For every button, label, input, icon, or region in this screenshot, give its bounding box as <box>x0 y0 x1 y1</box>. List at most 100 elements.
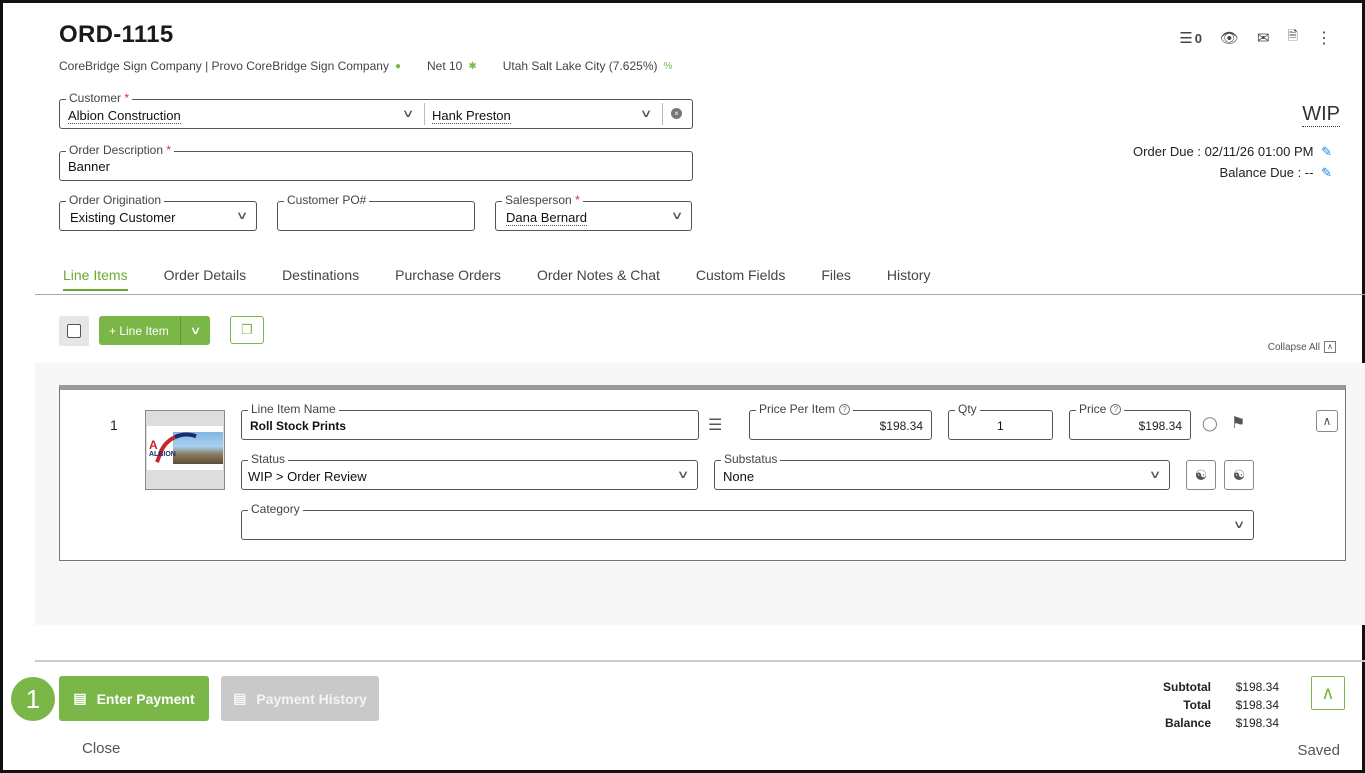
required-mark: * <box>166 143 172 157</box>
customer-field[interactable]: Customer * Albion Construction ∨ Hank Pr… <box>59 91 693 129</box>
order-due-text: Order Due : 02/11/26 01:00 PM <box>1133 144 1314 159</box>
order-due: Order Due : 02/11/26 01:00 PM ✎ <box>1133 144 1332 160</box>
description-label: Order Description <box>69 143 164 157</box>
price-label: Price <box>1079 402 1107 416</box>
tab-files[interactable]: Files <box>821 267 851 291</box>
tab-purchase-orders[interactable]: Purchase Orders <box>395 267 501 291</box>
order-origination-select[interactable]: Order Origination Existing Customer ∨ <box>59 193 257 231</box>
category-select[interactable]: Category ∨ <box>241 502 1254 540</box>
tasks-button[interactable]: ☰ 0 <box>1179 29 1202 47</box>
chevron-down-icon[interactable]: ∨ <box>640 107 653 120</box>
total-value: $198.34 <box>1235 698 1279 712</box>
price-input[interactable]: Price? $198.34 <box>1069 402 1191 440</box>
subtotal-label: Subtotal <box>1163 680 1211 694</box>
asterisk-icon: ✱ <box>468 60 477 72</box>
payment-history-label: Payment History <box>256 690 367 707</box>
tab-custom-fields[interactable]: Custom Fields <box>696 267 785 291</box>
po-label: Customer PO# <box>284 193 370 207</box>
order-description-field[interactable]: Order Description * Banner <box>59 143 693 181</box>
clear-icon[interactable]: × <box>671 108 682 119</box>
tab-history[interactable]: History <box>887 267 931 291</box>
chevron-up-icon[interactable]: ∧ <box>1311 676 1345 710</box>
add-line-item-button[interactable]: + Line Item ∨ <box>99 316 210 345</box>
albion-logo: A ALBION <box>149 438 176 458</box>
chevron-up-icon[interactable]: ∧ <box>1316 410 1338 432</box>
line-item-name-label: Line Item Name <box>248 402 339 416</box>
tabs-divider <box>35 294 1365 295</box>
required-mark: * <box>124 91 130 105</box>
chevron-down-icon[interactable]: ∨ <box>671 209 684 222</box>
task-count: 0 <box>1194 30 1202 46</box>
order-number: ORD-1115 <box>59 21 174 48</box>
receipt-icon: ▤ <box>233 690 247 706</box>
close-button[interactable]: Close <box>82 740 120 757</box>
price-per-item-input[interactable]: Price Per Item? $198.34 <box>749 402 932 440</box>
balance-label: Balance <box>1164 716 1211 730</box>
salesperson-select[interactable]: Salesperson * Dana Bernard ∨ <box>495 193 692 231</box>
footer-divider <box>35 660 1365 662</box>
line-item-number: 1 <box>110 417 118 433</box>
chevron-down-icon[interactable]: ∨ <box>677 468 690 481</box>
status-value: WIP > Order Review <box>248 469 367 484</box>
step-badge: 1 <box>11 677 55 721</box>
tab-destinations[interactable]: Destinations <box>282 267 359 291</box>
pencil-icon[interactable]: ✎ <box>1321 144 1332 159</box>
payment-history-button[interactable]: ▤ Payment History <box>221 676 379 721</box>
line-item-thumbnail[interactable]: A ALBION <box>145 410 225 490</box>
mail-icon[interactable]: ✉ <box>1257 29 1270 47</box>
chevron-down-icon[interactable]: ∨ <box>174 324 218 337</box>
origination-value: Existing Customer <box>70 210 176 225</box>
handshake-icon[interactable]: ☯ <box>1186 460 1216 490</box>
line-item-name-value: Roll Stock Prints <box>250 419 347 433</box>
copy-icon[interactable]: ❐ <box>230 316 264 344</box>
list-icon[interactable]: ☰ <box>708 415 722 435</box>
eye-icon[interactable]: 👁 <box>1220 29 1239 47</box>
tab-order-details[interactable]: Order Details <box>164 267 246 291</box>
order-status[interactable]: WIP <box>1302 103 1340 127</box>
help-icon[interactable]: ? <box>839 404 851 415</box>
handshake-icon[interactable]: ☯ <box>1224 460 1254 490</box>
chevron-down-icon[interactable]: ∨ <box>236 209 249 222</box>
help-icon[interactable]: ? <box>1110 404 1122 415</box>
pencil-icon[interactable]: ✎ <box>1321 165 1332 180</box>
collapse-all-button[interactable]: Collapse All ∧ <box>1268 341 1336 353</box>
substatus-label: Substatus <box>721 452 781 466</box>
thumbnail-image: A ALBION <box>147 424 223 472</box>
tab-order-notes-chat[interactable]: Order Notes & Chat <box>537 267 660 291</box>
flag-icon[interactable]: ⚑ <box>1231 413 1245 433</box>
order-tabs: Line Items Order Details Destinations Pu… <box>63 267 966 291</box>
app-window: ORD-1115 CoreBridge Sign Company | Provo… <box>0 0 1365 773</box>
qty-label: Qty <box>955 402 980 416</box>
chevron-down-icon[interactable]: ∨ <box>1233 518 1246 531</box>
customer-value[interactable]: Albion Construction <box>68 108 181 124</box>
balance-due-text: Balance Due : -- <box>1219 165 1314 180</box>
line-item-name-input[interactable]: Line Item Name Roll Stock Prints <box>241 402 699 440</box>
total-label: Total <box>1183 698 1211 712</box>
enter-payment-button[interactable]: ▤ Enter Payment <box>59 676 209 721</box>
chevron-down-icon[interactable]: ∨ <box>1149 468 1162 481</box>
salesperson-label: Salesperson <box>505 193 572 207</box>
select-all-checkbox[interactable] <box>59 316 89 346</box>
save-status: Saved <box>1297 742 1340 759</box>
substatus-select[interactable]: Substatus None ∨ <box>714 452 1170 490</box>
payment-terms: Net 10 <box>427 59 463 73</box>
lock-icon[interactable]: ◯ <box>1202 415 1218 432</box>
tab-line-items[interactable]: Line Items <box>63 267 128 291</box>
add-line-item-label[interactable]: + Line Item <box>99 316 181 345</box>
chevron-down-icon[interactable]: ∨ <box>402 107 415 120</box>
ppi-value: $198.34 <box>879 419 923 433</box>
category-label: Category <box>248 502 303 516</box>
more-vert-icon[interactable]: ⋮ <box>1316 28 1332 48</box>
company-name: CoreBridge Sign Company | Provo CoreBrid… <box>59 59 389 73</box>
contact-value[interactable]: Hank Preston <box>432 108 511 124</box>
status-select[interactable]: Status WIP > Order Review ∨ <box>241 452 698 490</box>
required-mark: * <box>575 193 580 207</box>
balance-due: Balance Due : -- ✎ <box>1220 165 1332 181</box>
description-value[interactable]: Banner <box>68 159 110 174</box>
header-actions: ☰ 0 👁 ✉ 🗎 ⋮ <box>1179 27 1332 49</box>
pdf-icon[interactable]: 🗎 <box>1288 27 1298 49</box>
customer-po-input[interactable]: Customer PO# <box>277 193 475 231</box>
qty-input[interactable]: Qty 1 <box>948 402 1053 440</box>
totals-labels: Subtotal Total Balance <box>1163 678 1211 732</box>
balance-value: $198.34 <box>1235 716 1279 730</box>
